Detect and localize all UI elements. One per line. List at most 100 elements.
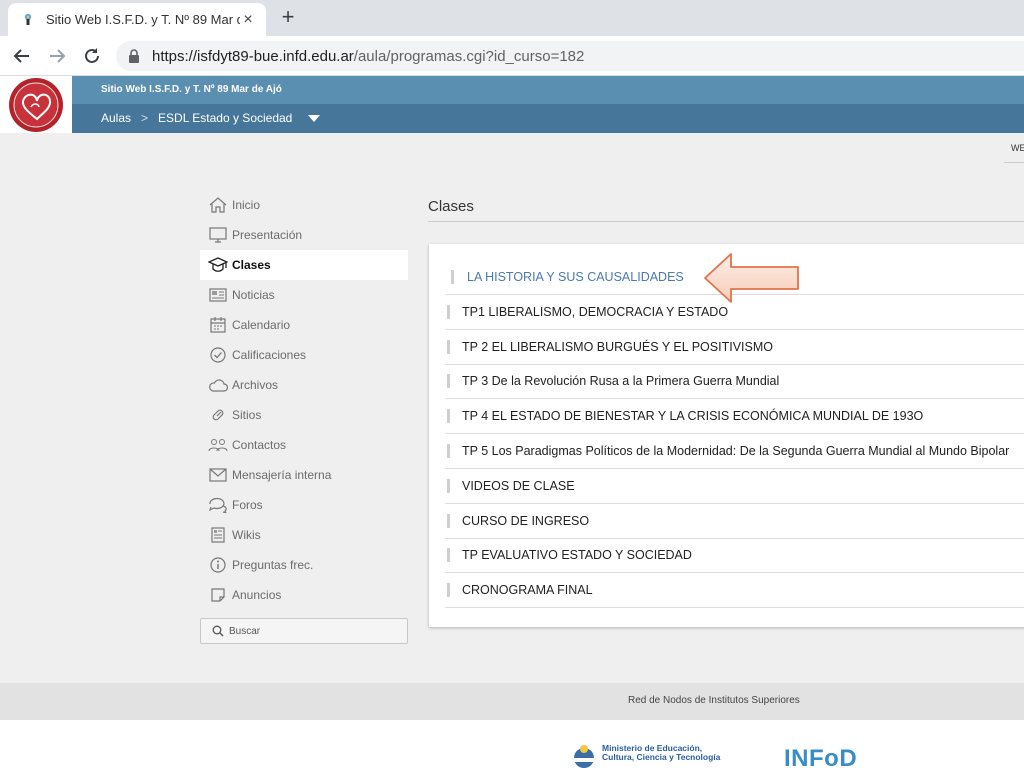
row-marker xyxy=(447,339,450,354)
row-marker xyxy=(447,478,450,493)
new-tab-button[interactable]: + xyxy=(276,5,300,29)
ministry-line-2: Cultura, Ciencia y Tecnología xyxy=(602,752,721,762)
arrow-right-icon xyxy=(50,49,66,63)
row-marker xyxy=(447,304,450,319)
sidebar-item-anuncios[interactable]: Anuncios xyxy=(200,580,408,610)
logo-emblem-icon xyxy=(9,77,63,132)
arrow-left-icon xyxy=(13,49,29,63)
sidebar-item-noticias[interactable]: Noticias xyxy=(200,280,408,310)
info-icon xyxy=(208,556,228,574)
sidebar-item-sitios[interactable]: Sitios xyxy=(200,400,408,430)
site-favicon-icon xyxy=(20,12,36,28)
site-name[interactable]: Sitio Web I.S.F.D. y T. Nº 89 Mar de Ajó xyxy=(101,84,282,95)
footer-network-link[interactable]: Red de Nodos de Institutos Superiores xyxy=(628,695,800,706)
sidebar-item-label: Presentación xyxy=(232,228,303,242)
class-item[interactable]: TP 5 Los Paradigmas Políticos de la Mode… xyxy=(445,434,1024,469)
reload-icon xyxy=(85,48,99,63)
sidebar-item-label: Preguntas frec. xyxy=(232,558,314,572)
sidebar-item-inicio[interactable]: Inicio xyxy=(200,190,408,220)
sidebar-item-presentacion[interactable]: Presentación xyxy=(200,220,408,250)
sidebar-item-mensajeria[interactable]: Mensajería interna xyxy=(200,460,408,490)
class-item[interactable]: CURSO DE INGRESO xyxy=(445,504,1024,539)
class-item[interactable]: TP 2 EL LIBERALISMO BURGUÉS Y EL POSITIV… xyxy=(445,330,1024,365)
close-tab-icon[interactable]: × xyxy=(240,11,256,28)
breadcrumb-course[interactable]: ESDL Estado y Sociedad xyxy=(158,111,292,125)
sidebar-item-wikis[interactable]: Wikis xyxy=(200,520,408,550)
sidebar-item-preguntas[interactable]: Preguntas frec. xyxy=(200,550,408,580)
class-item[interactable]: TP 3 De la Revolución Rusa a la Primera … xyxy=(445,365,1024,400)
sidebar-item-label: Anuncios xyxy=(232,588,282,602)
people-icon xyxy=(208,436,228,454)
class-item[interactable]: VIDEOS DE CLASE xyxy=(445,469,1024,504)
address-bar[interactable]: https://isfdyt89-bue.infd.edu.ar/aula/pr… xyxy=(116,41,1024,71)
class-item-label: TP 3 De la Revolución Rusa a la Primera … xyxy=(462,374,780,389)
breadcrumb-aulas[interactable]: Aulas xyxy=(101,111,131,125)
search-icon xyxy=(211,622,225,640)
sidebar-item-archivos[interactable]: Archivos xyxy=(200,370,408,400)
envelope-icon xyxy=(208,466,228,484)
footer-logos-area xyxy=(0,720,1024,768)
ministry-text: Ministerio de Educación, Cultura, Cienci… xyxy=(602,744,720,762)
sidebar-item-label: Inicio xyxy=(232,198,261,212)
breadcrumb: Aulas > ESDL Estado y Sociedad xyxy=(101,111,321,125)
sidebar-item-contactos[interactable]: Contactos xyxy=(200,430,408,460)
reload-button[interactable] xyxy=(80,44,104,68)
sidebar-item-foros[interactable]: Foros xyxy=(200,490,408,520)
class-item[interactable]: TP 4 EL ESTADO DE BIENESTAR Y LA CRISIS … xyxy=(445,399,1024,435)
calendar-icon xyxy=(208,316,228,334)
class-item-label: TP 5 Los Paradigmas Políticos de la Mode… xyxy=(462,444,1010,459)
browser-tab[interactable]: Sitio Web I.S.F.D. y T. Nº 89 Mar de Ajó… xyxy=(8,3,266,36)
forward-button[interactable] xyxy=(45,44,69,68)
row-marker xyxy=(447,548,450,563)
sidebar: Inicio Presentación Clases Noticias Cale… xyxy=(200,190,408,644)
row-marker xyxy=(447,513,450,528)
sidebar-item-label: Wikis xyxy=(232,528,261,542)
check-badge-icon xyxy=(208,346,228,364)
document-icon xyxy=(208,526,228,544)
classes-list: LA HISTORIA Y SUS CAUSALIDADES TP1 LIBER… xyxy=(445,260,1024,609)
web-link-stub[interactable]: WE xyxy=(1004,139,1024,163)
chat-bubbles-icon xyxy=(208,496,228,514)
sidebar-item-label: Mensajería interna xyxy=(232,468,332,482)
url-text: https://isfdyt89-bue.infd.edu.ar/aula/pr… xyxy=(152,48,584,65)
sidebar-item-label: Contactos xyxy=(232,438,287,452)
row-marker xyxy=(447,409,450,424)
browser-tab-bar: Sitio Web I.S.F.D. y T. Nº 89 Mar de Ajó… xyxy=(0,0,1024,36)
argentina-emblem-icon xyxy=(574,745,594,768)
ministry-logo[interactable]: Ministerio de Educación, Cultura, Cienci… xyxy=(572,744,720,768)
sidebar-item-label: Clases xyxy=(232,258,271,272)
note-icon xyxy=(208,586,228,604)
tab-title: Sitio Web I.S.F.D. y T. Nº 89 Mar de Ajó xyxy=(46,12,240,27)
class-item-label: VIDEOS DE CLASE xyxy=(462,478,575,493)
page-title: Clases xyxy=(428,198,474,215)
sidebar-item-clases[interactable]: Clases xyxy=(200,250,408,280)
sidebar-item-label: Calificaciones xyxy=(232,348,307,362)
institution-logo[interactable] xyxy=(0,76,72,133)
class-item-label: CURSO DE INGRESO xyxy=(462,513,590,528)
search-placeholder: Buscar xyxy=(229,625,261,637)
class-item[interactable]: TP EVALUATIVO ESTADO Y SOCIEDAD xyxy=(445,539,1024,574)
chevron-down-icon[interactable] xyxy=(308,114,321,122)
footer-band xyxy=(0,683,1024,720)
site-header: Sitio Web I.S.F.D. y T. Nº 89 Mar de Ajó… xyxy=(0,76,1024,133)
class-item[interactable]: CRONOGRAMA FINAL xyxy=(445,573,1024,609)
search-input[interactable]: Buscar xyxy=(200,618,408,644)
sidebar-item-calendario[interactable]: Calendario xyxy=(200,310,408,340)
class-item-label: TP 2 EL LIBERALISMO BURGUÉS Y EL POSITIV… xyxy=(462,339,773,354)
sidebar-item-calificaciones[interactable]: Calificaciones xyxy=(200,340,408,370)
browser-toolbar: https://isfdyt89-bue.infd.edu.ar/aula/pr… xyxy=(0,36,1024,76)
infod-logo[interactable]: INFoD xyxy=(784,745,857,768)
row-marker xyxy=(447,583,450,598)
monitor-icon xyxy=(208,226,228,244)
sidebar-item-label: Calendario xyxy=(232,318,291,332)
title-divider xyxy=(428,221,1024,222)
chevron-right-icon: > xyxy=(141,111,149,125)
newspaper-icon xyxy=(208,286,228,304)
lock-icon xyxy=(128,49,142,63)
row-marker xyxy=(447,374,450,389)
sidebar-item-label: Sitios xyxy=(232,408,262,422)
class-item-label: TP EVALUATIVO ESTADO Y SOCIEDAD xyxy=(462,548,692,563)
graduation-cap-icon xyxy=(208,256,228,274)
sidebar-item-label: Archivos xyxy=(232,378,279,392)
back-button[interactable] xyxy=(10,44,34,68)
